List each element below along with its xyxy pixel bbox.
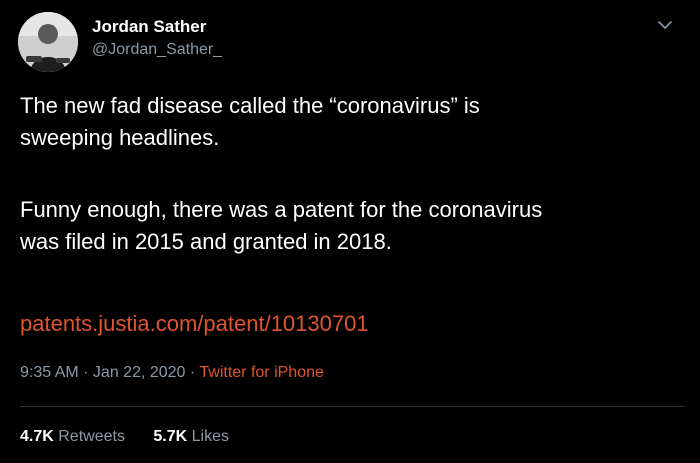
retweets-stat[interactable]: 4.7K Retweets <box>20 428 125 446</box>
tweet-card: Jordan Sather @Jordan_Sather_ The new fa… <box>0 0 700 463</box>
meta-separator: · <box>78 364 93 381</box>
chevron-down-icon[interactable] <box>654 14 676 36</box>
tweet-text-line: sweeping headlines. <box>20 125 220 150</box>
tweet-text-line: The new fad disease called the “coronavi… <box>20 93 480 118</box>
tweet-source-link[interactable]: Twitter for iPhone <box>199 364 324 381</box>
tweet-body: The new fad disease called the “coronavi… <box>20 90 690 258</box>
patent-link[interactable]: patents.justia.com/patent/10130701 <box>20 308 369 340</box>
tweet-stats: 4.7K Retweets 5.7K Likes <box>20 428 253 446</box>
user-handle[interactable]: @Jordan_Sather_ <box>92 41 222 59</box>
retweets-count: 4.7K <box>20 428 54 445</box>
likes-stat[interactable]: 5.7K Likes <box>153 428 229 446</box>
tweet-text-line: Funny enough, there was a patent for the… <box>20 197 543 222</box>
tweet-text-line: was filed in 2015 and granted in 2018. <box>20 229 392 254</box>
meta-separator: · <box>185 364 200 381</box>
retweets-label: Retweets <box>58 428 125 445</box>
display-name[interactable]: Jordan Sather <box>92 17 206 37</box>
likes-count: 5.7K <box>153 428 188 445</box>
likes-label: Likes <box>191 428 230 445</box>
tweet-time[interactable]: 9:35 AM <box>20 364 79 381</box>
avatar-photo-icon <box>18 12 78 72</box>
divider <box>20 406 686 407</box>
avatar[interactable] <box>18 12 78 72</box>
tweet-meta: 9:35 AM · Jan 22, 2020 · Twitter for iPh… <box>20 364 324 382</box>
tweet-date[interactable]: Jan 22, 2020 <box>93 364 186 381</box>
